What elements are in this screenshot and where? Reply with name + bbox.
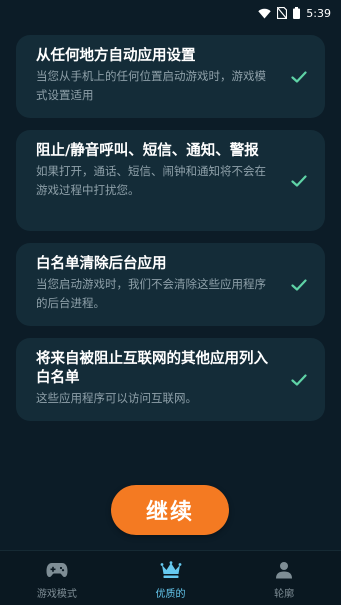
check-icon bbox=[291, 278, 307, 291]
card-description: 当您启动游戏时，我们不会清除这些应用程序的后台进程。 bbox=[36, 277, 266, 310]
wifi-icon bbox=[258, 8, 271, 19]
nav-label: 轮廓 bbox=[274, 589, 295, 600]
crown-icon bbox=[160, 561, 181, 578]
card-description: 这些应用程序可以访问互联网。 bbox=[36, 391, 197, 405]
card-title: 白名单清除后台应用 bbox=[36, 256, 167, 272]
nav-item-profile[interactable]: 轮廓 bbox=[227, 551, 341, 605]
nav-item-game-mode[interactable]: 游戏模式 bbox=[0, 551, 114, 605]
check-icon bbox=[291, 373, 307, 386]
check-icon bbox=[291, 174, 307, 187]
setting-card-whitelist-internet[interactable]: 将来自被阻止互联网的其他应用列入白名单 这些应用程序可以访问互联网。 bbox=[16, 338, 325, 421]
card-description: 如果打开，通话、短信、闹钟和通知将不会在游戏过程中打扰您。 bbox=[36, 164, 266, 197]
no-sim-icon bbox=[277, 7, 288, 19]
battery-icon bbox=[293, 7, 301, 19]
bottom-nav: 游戏模式 优质的 轮廓 bbox=[0, 550, 341, 605]
nav-item-premium[interactable]: 优质的 bbox=[114, 551, 228, 605]
nav-label: 优质的 bbox=[155, 589, 186, 600]
profile-icon bbox=[276, 562, 293, 579]
gamepad-icon bbox=[46, 563, 68, 577]
check-icon bbox=[291, 70, 307, 83]
status-bar: 5:39 bbox=[0, 0, 341, 26]
card-title: 将来自被阻止互联网的其他应用列入白名单 bbox=[36, 351, 268, 386]
setting-card-whitelist-background[interactable]: 白名单清除后台应用 当您启动游戏时，我们不会清除这些应用程序的后台进程。 bbox=[16, 243, 325, 326]
setting-card-auto-apply[interactable]: 从任何地方自动应用设置 当您从手机上的任何位置启动游戏时，游戏模式设置适用 bbox=[16, 35, 325, 118]
setting-card-block-notifications[interactable]: 阻止/静音呼叫、短信、通知、警报 如果打开，通话、短信、闹钟和通知将不会在游戏过… bbox=[16, 130, 325, 231]
continue-button[interactable]: 继续 bbox=[111, 485, 229, 535]
card-title: 阻止/静音呼叫、短信、通知、警报 bbox=[36, 143, 259, 159]
nav-label: 游戏模式 bbox=[36, 589, 77, 600]
card-title: 从任何地方自动应用设置 bbox=[36, 48, 196, 64]
status-time: 5:39 bbox=[306, 6, 331, 20]
card-description: 当您从手机上的任何位置启动游戏时，游戏模式设置适用 bbox=[36, 69, 266, 102]
